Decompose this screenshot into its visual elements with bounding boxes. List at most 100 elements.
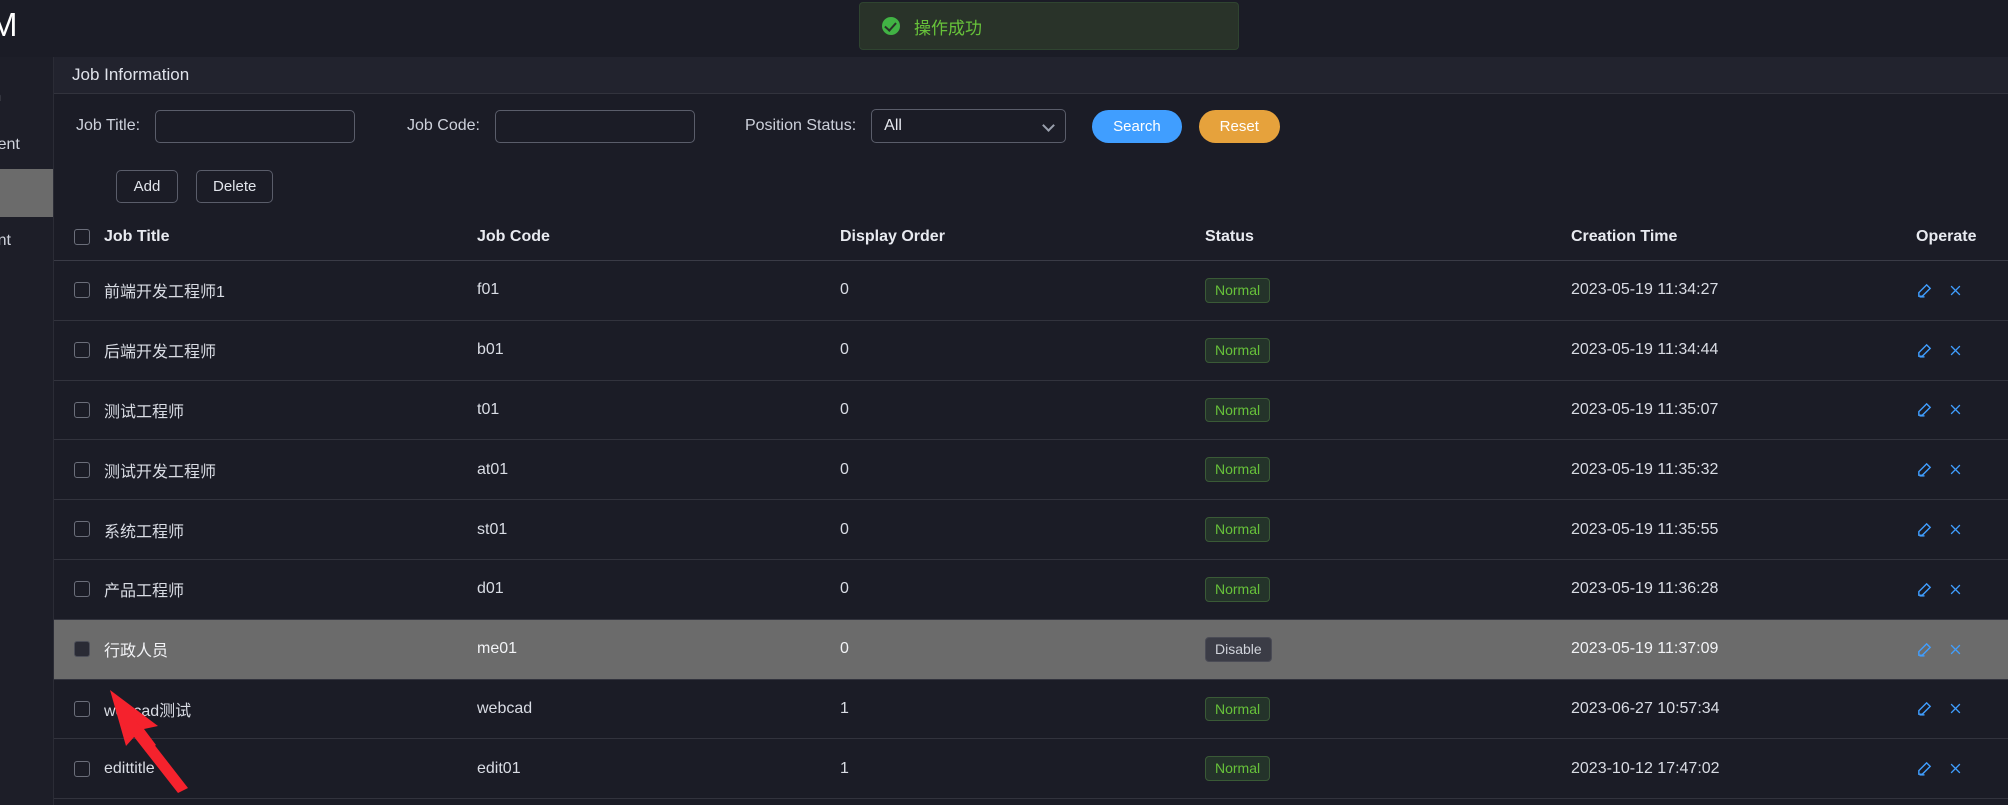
delete-icon[interactable] (1948, 761, 1963, 776)
status-badge: Normal (1205, 696, 1271, 722)
cell-creation-time: 2023-10-12 17:47:02 (1571, 738, 1916, 800)
position-status-value: All (884, 117, 902, 134)
cell-display-order: 0 (840, 439, 1205, 501)
row-checkbox[interactable] (74, 760, 90, 777)
cell-status: Normal (1205, 738, 1571, 800)
edit-icon[interactable] (1916, 461, 1933, 478)
row-checkbox[interactable] (74, 401, 90, 418)
delete-icon[interactable] (1948, 522, 1963, 537)
job-title-input[interactable] (155, 109, 356, 143)
delete-icon[interactable] (1948, 582, 1963, 597)
cell-status: Normal (1205, 499, 1571, 560)
cell-operate (1916, 499, 2008, 560)
col-header-job-title[interactable]: Job Title (104, 214, 477, 261)
cell-job-code: t01 (477, 380, 840, 441)
cell-job-title: 系统工程师 (104, 499, 477, 560)
status-badge: Normal (1205, 457, 1271, 483)
cell-job-code: at01 (477, 439, 840, 501)
cell-job-code: d01 (477, 559, 840, 620)
status-badge: Disable (1205, 636, 1272, 662)
cell-operate (1916, 439, 2008, 501)
cell-job-title: 测试工程师 (104, 380, 477, 441)
cell-job-code: st01 (477, 499, 840, 560)
search-filter-bar: Job Title: Job Code: Position Status: Al… (54, 94, 2008, 158)
cell-display-order: 0 (840, 260, 1205, 321)
edit-icon[interactable] (1916, 342, 1933, 359)
sidebar-item-label: ...tion (0, 88, 1, 106)
position-status-label: Position Status: (744, 117, 857, 134)
panel-title: Job Information (54, 57, 2008, 94)
table-row[interactable]: webcad测试 webcad 1 Normal 2023-06-27 10:57:34 (54, 679, 2008, 740)
sidebar-item-0[interactable]: ...tion (0, 73, 53, 121)
delete-icon[interactable] (1948, 283, 1963, 298)
delete-icon[interactable] (1948, 462, 1963, 477)
cell-job-title: edittitle (104, 738, 477, 800)
table-row[interactable]: edittitle edit01 1 Normal 2023-10-12 17:47:0… (54, 738, 2008, 800)
status-badge: Normal (1205, 397, 1271, 423)
reset-button[interactable]: Reset (1198, 109, 1280, 143)
sidebar-item-3[interactable]: ...ment (0, 217, 53, 265)
sidebar-item-6[interactable]: ...ple (0, 377, 53, 425)
row-checkbox[interactable] (74, 700, 90, 717)
cell-display-order: 0 (840, 380, 1205, 441)
edit-icon[interactable] (1916, 282, 1933, 299)
row-checkbox[interactable] (74, 581, 90, 598)
delete-icon[interactable] (1948, 701, 1963, 716)
table-header: Job Title Job Code Display Order Status … (54, 214, 2008, 261)
row-checkbox[interactable] (74, 521, 90, 538)
col-header-display-order[interactable]: Display Order (840, 214, 1205, 261)
job-code-label: Job Code: (407, 117, 480, 134)
edit-icon[interactable] (1916, 700, 1933, 717)
col-header-creation-time[interactable]: Creation Time (1571, 214, 1916, 261)
row-select-cell (54, 559, 104, 620)
col-header-operate[interactable]: Operate (1916, 214, 2008, 261)
row-select-cell (54, 738, 104, 800)
table-row[interactable]: 行政人员 me01 0 Disable 2023-05-19 11:37:09 (54, 619, 2008, 680)
cell-job-title: 测试开发工程师 (104, 439, 477, 501)
table-row[interactable]: 测试工程师 t01 0 Normal 2023-05-19 11:35:07 (54, 380, 2008, 441)
edit-icon[interactable] (1916, 641, 1933, 658)
col-header-status[interactable]: Status (1205, 214, 1571, 261)
add-button[interactable]: Add (116, 169, 178, 203)
cell-creation-time: 2023-05-19 11:35:55 (1571, 499, 1916, 560)
sidebar-item-4[interactable]: ...e (0, 265, 53, 313)
sidebar-item-5[interactable]: ...ice (0, 329, 53, 377)
edit-icon[interactable] (1916, 521, 1933, 538)
status-badge: Normal (1205, 517, 1271, 542)
sidebar-item-1[interactable]: ...ement (0, 121, 53, 169)
select-all-checkbox[interactable] (74, 228, 90, 245)
edit-icon[interactable] (1916, 401, 1933, 418)
edit-icon[interactable] (1916, 760, 1933, 777)
col-header-job-code[interactable]: Job Code (477, 214, 840, 261)
cell-operate (1916, 738, 2008, 800)
search-button[interactable]: Search (1092, 109, 1182, 143)
cell-job-code: webcad (477, 679, 840, 740)
table-row[interactable]: 产品工程师 d01 0 Normal 2023-05-19 11:36:28 (54, 559, 2008, 620)
job-title-label: Job Title: (76, 117, 141, 134)
select-all-cell (54, 214, 104, 261)
cell-status: Disable (1205, 619, 1571, 680)
cell-operate (1916, 320, 2008, 381)
row-select-cell (54, 439, 104, 501)
table-row[interactable]: 前端开发工程师1 f01 0 Normal 2023-05-19 11:34:27 (54, 260, 2008, 321)
table-row[interactable]: 测试开发工程师 at01 0 Normal 2023-05-19 11:35:32 (54, 439, 2008, 501)
row-checkbox[interactable] (74, 461, 90, 478)
job-code-input[interactable] (494, 109, 695, 143)
cell-operate (1916, 260, 2008, 321)
table-row[interactable]: 系统工程师 st01 0 Normal 2023-05-19 11:35:55 (54, 499, 2008, 560)
edit-icon[interactable] (1916, 581, 1933, 598)
delete-icon[interactable] (1948, 402, 1963, 417)
cell-status: Normal (1205, 679, 1571, 740)
row-checkbox[interactable] (74, 282, 90, 299)
row-checkbox[interactable] (74, 640, 90, 657)
row-checkbox[interactable] (74, 341, 90, 358)
cell-status: Normal (1205, 320, 1571, 381)
position-status-select[interactable]: All (871, 109, 1067, 143)
delete-button[interactable]: Delete (196, 169, 274, 203)
delete-icon[interactable] (1948, 343, 1963, 358)
sidebar-item-2[interactable]: ...ent (0, 169, 53, 217)
delete-icon[interactable] (1948, 642, 1963, 657)
table-row[interactable]: 后端开发工程师 b01 0 Normal 2023-05-19 11:34:44 (54, 320, 2008, 381)
sidebar-item-label: ...ment (0, 232, 11, 249)
